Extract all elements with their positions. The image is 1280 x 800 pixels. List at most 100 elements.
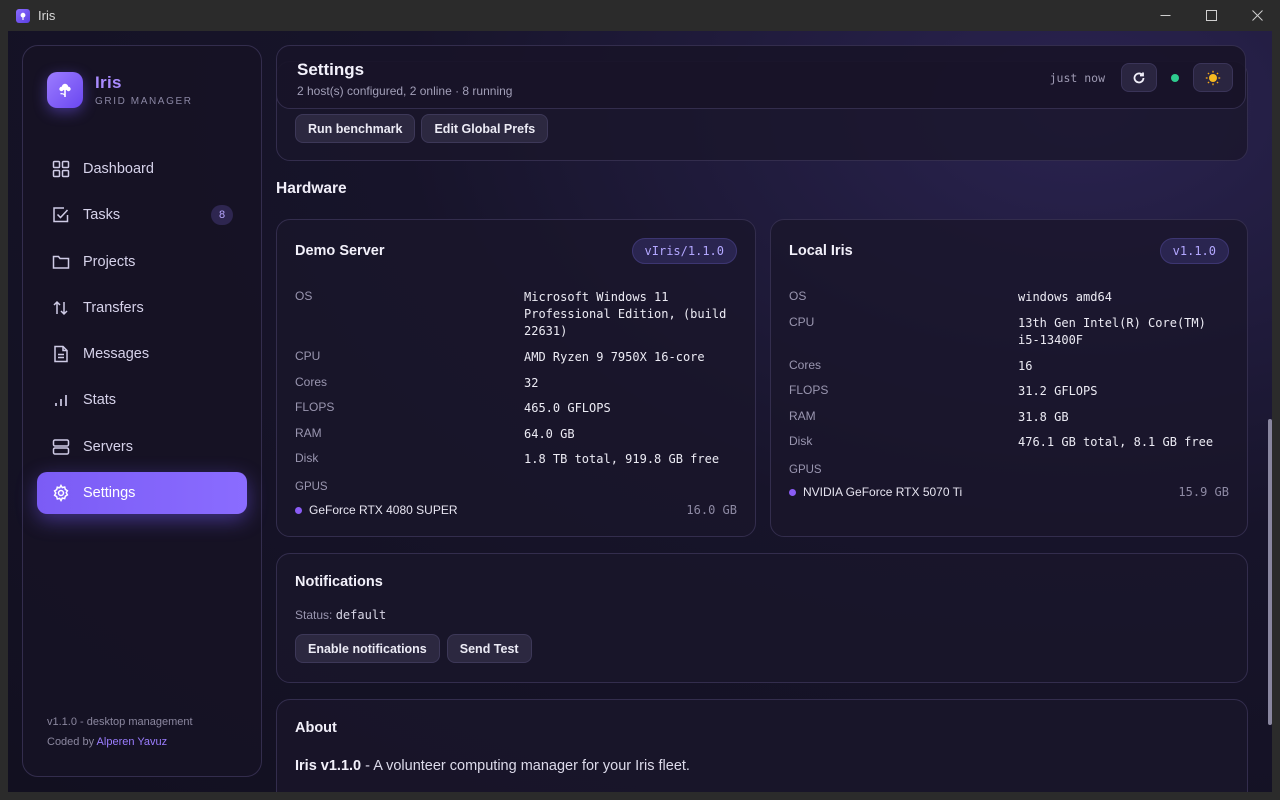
sidebar-item-tasks[interactable]: Tasks 8: [37, 194, 247, 236]
app-icon: [16, 8, 30, 23]
tasks-count-badge: 8: [211, 205, 233, 226]
window-controls: [1142, 0, 1280, 31]
online-status-dot: [1171, 73, 1179, 82]
spec-disk-value: 476.1 GB total, 8.1 GB free: [1018, 435, 1214, 449]
status-label: Status:: [295, 608, 333, 622]
iris-logo-icon: [47, 72, 83, 108]
main-scrollbar[interactable]: [1268, 419, 1272, 725]
sidebar-item-messages[interactable]: Messages: [37, 333, 247, 375]
sidebar-item-servers[interactable]: Servers: [37, 426, 247, 468]
spec-label: FLOPS: [295, 400, 335, 414]
about-text: Iris v1.1.0 - A volunteer computing mana…: [295, 758, 690, 774]
product-name: Iris v1.1.0: [295, 758, 362, 774]
notification-actions: Enable notifications Send Test: [295, 634, 532, 663]
sidebar-footer: v1.1.0 - desktop management Coded by Alp…: [47, 712, 193, 752]
host-specs: OS Microsoft Windows 11 Professional Edi…: [295, 289, 739, 477]
product-description: - A volunteer computing manager for your…: [361, 758, 690, 774]
notifications-heading: Notifications: [295, 574, 383, 590]
gpu-indicator-dot: [295, 506, 302, 514]
spec-label: OS: [789, 289, 807, 303]
checkbox-icon: [51, 205, 71, 225]
spec-cores-value: 32: [524, 375, 539, 390]
credits: Coded by Alperen Yavuz: [47, 732, 193, 752]
gpu-name: NVIDIA GeForce RTX 5070 Ti: [803, 485, 963, 499]
gpu-name: GeForce RTX 4080 SUPER: [309, 503, 458, 517]
document-icon: [51, 344, 71, 364]
sidebar-item-dashboard[interactable]: Dashboard: [37, 148, 247, 190]
sidebar-item-settings[interactable]: Settings: [37, 472, 247, 515]
page-title: Settings: [297, 60, 365, 79]
server-icon: [51, 437, 71, 457]
sidebar-item-label: Servers: [83, 438, 133, 455]
gpus-label: GPUS: [789, 464, 822, 476]
spec-os-value: Microsoft Windows 11 Professional Editio…: [524, 290, 727, 338]
window-frame-left: [0, 31, 8, 800]
about-heading: About: [295, 720, 337, 736]
spec-cpu-value: AMD Ryzen 9 7950X 16-core: [524, 350, 705, 364]
sun-icon: [1205, 70, 1221, 85]
spec-label: FLOPS: [789, 383, 829, 397]
close-button[interactable]: [1234, 0, 1280, 31]
preferences-actions: Run benchmark Edit Global Prefs: [295, 114, 549, 143]
hardware-heading: Hardware: [276, 180, 347, 197]
run-benchmark-button[interactable]: Run benchmark: [295, 114, 416, 143]
gear-icon: [51, 483, 71, 503]
spec-label: RAM: [789, 408, 816, 423]
window-frame-bottom: [0, 792, 1280, 800]
main-content: Run benchmark Edit Global Prefs Hardware…: [276, 31, 1250, 792]
status-value: default: [335, 608, 387, 622]
spec-ram-value: 31.8 GB: [1018, 409, 1069, 424]
sidebar-item-label: Tasks: [83, 207, 121, 224]
sidebar-item-label: Settings: [83, 485, 136, 502]
bar-chart-icon: [51, 390, 71, 410]
theme-toggle-button[interactable]: [1193, 63, 1233, 92]
sidebar-item-label: Dashboard: [83, 161, 154, 177]
host-name: Local Iris: [789, 243, 853, 259]
folder-icon: [51, 252, 71, 272]
credits-label: Coded by: [47, 736, 95, 748]
spec-label: Disk: [295, 451, 319, 465]
sidebar-item-stats[interactable]: Stats: [37, 379, 247, 421]
sidebar-nav: Dashboard Tasks 8 Projects Transfers Mes…: [37, 148, 247, 518]
window-titlebar: Iris: [0, 0, 1280, 31]
sidebar-item-label: Projects: [83, 253, 136, 270]
refresh-button[interactable]: [1121, 63, 1157, 92]
version-badge: vIris/1.1.0: [631, 238, 737, 264]
minimize-icon: [1160, 15, 1170, 16]
gpu-row: NVIDIA GeForce RTX 5070 Ti 15.9 GB: [789, 485, 1229, 499]
grid-icon: [51, 159, 71, 179]
app-version-text: v1.1.0 - desktop management: [47, 716, 193, 728]
sidebar-item-label: Transfers: [83, 299, 144, 316]
window-title: Iris: [38, 8, 56, 23]
sidebar-item-projects[interactable]: Projects: [37, 241, 247, 283]
spec-cpu-value: 13th Gen Intel(R) Core(TM) i5-13400F: [1018, 315, 1206, 347]
maximize-button[interactable]: [1188, 0, 1234, 31]
spec-label: Cores: [295, 374, 328, 389]
about-card: About Iris v1.1.0 - A volunteer computin…: [276, 699, 1248, 792]
enable-notifications-button[interactable]: Enable notifications: [295, 634, 440, 663]
page-header: Settings 2 host(s) configured, 2 online …: [276, 45, 1246, 109]
author-link[interactable]: Alperen Yavuz: [97, 736, 168, 748]
spec-flops-value: 465.0 GFLOPS: [524, 401, 611, 415]
refresh-icon: [1133, 72, 1145, 83]
sidebar-item-transfers[interactable]: Transfers: [37, 287, 247, 329]
maximize-icon: [1205, 10, 1217, 21]
gpus-label: GPUS: [295, 481, 328, 493]
spec-os-value: windows amd64: [1018, 290, 1112, 304]
gpu-row: GeForce RTX 4080 SUPER 16.0 GB: [295, 503, 737, 517]
minimize-button[interactable]: [1142, 0, 1188, 31]
spec-label: Disk: [789, 434, 813, 448]
brand: Iris GRID MANAGER: [47, 72, 193, 108]
spec-label: CPU: [789, 314, 815, 329]
page-subtitle: 2 host(s) configured, 2 online · 8 runni…: [297, 84, 513, 98]
header-actions: just now: [1050, 63, 1233, 92]
brand-name: Iris: [95, 73, 122, 92]
send-test-button[interactable]: Send Test: [446, 634, 532, 663]
close-icon: [1251, 10, 1263, 21]
edit-global-prefs-button[interactable]: Edit Global Prefs: [421, 114, 549, 143]
spec-label: CPU: [295, 349, 321, 363]
host-card-demo-server: Demo Server vIris/1.1.0 OS Microsoft Win…: [276, 219, 756, 537]
spec-cores-value: 16: [1018, 358, 1033, 373]
app-root: Iris GRID MANAGER Dashboard Tasks 8 Proj…: [8, 31, 1272, 792]
gpu-memory: 15.9 GB: [1178, 485, 1229, 499]
